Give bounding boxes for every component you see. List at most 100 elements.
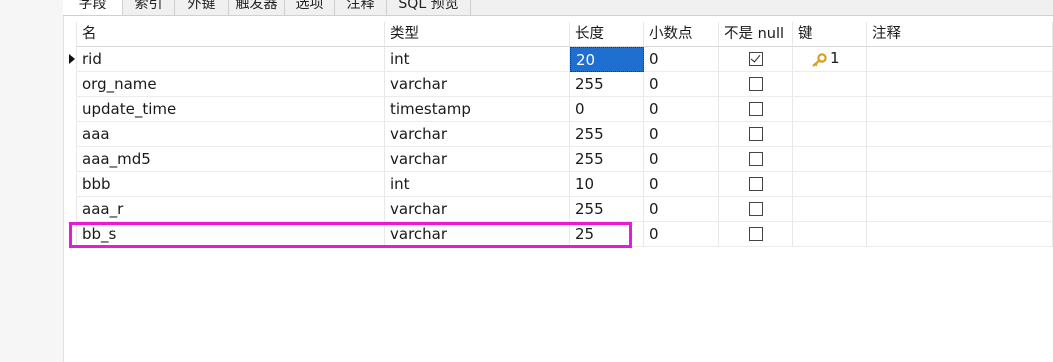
field-length[interactable]: 20 [570, 47, 644, 72]
field-type[interactable]: int [385, 172, 570, 197]
tab-options[interactable]: 选项 [285, 0, 335, 15]
not-null-checkbox[interactable] [749, 77, 763, 91]
field-type[interactable]: int [385, 47, 570, 72]
table-row[interactable]: org_name varchar 255 0 [68, 72, 1053, 97]
table-row[interactable]: aaa_r varchar 255 0 [68, 197, 1053, 222]
field-comment[interactable] [867, 147, 1053, 172]
field-not-null[interactable] [719, 222, 793, 247]
field-comment[interactable] [867, 47, 1053, 72]
key-icon [812, 53, 827, 67]
field-key[interactable] [793, 197, 867, 222]
row-indicator [68, 172, 77, 197]
field-name[interactable]: bbb [77, 172, 385, 197]
field-length-value: 25 [575, 225, 595, 243]
field-type[interactable]: varchar [385, 147, 570, 172]
field-key[interactable] [793, 172, 867, 197]
header-not-null[interactable]: 不是 null [719, 22, 793, 47]
field-name[interactable]: aaa_md5 [77, 147, 385, 172]
tab-foreign-keys[interactable]: 外键 [175, 0, 229, 15]
header-decimals[interactable]: 小数点 [644, 22, 719, 47]
field-length-value: 0 [575, 100, 585, 118]
not-null-checkbox[interactable] [749, 227, 763, 241]
table-row[interactable]: bb_s varchar 25 0 [68, 222, 1053, 247]
field-key[interactable] [793, 97, 867, 122]
field-type[interactable]: varchar [385, 122, 570, 147]
not-null-checkbox[interactable] [749, 127, 763, 141]
field-decimals[interactable]: 0 [644, 122, 719, 147]
field-type[interactable]: varchar [385, 72, 570, 97]
field-length[interactable]: 0 [570, 97, 644, 122]
field-length[interactable]: 255 [570, 72, 644, 97]
field-not-null[interactable] [719, 122, 793, 147]
field-name[interactable]: update_time [77, 97, 385, 122]
field-length-value: 255 [575, 125, 604, 143]
field-not-null[interactable] [719, 197, 793, 222]
field-name[interactable]: aaa [77, 122, 385, 147]
field-comment[interactable] [867, 72, 1053, 97]
field-comment[interactable] [867, 197, 1053, 222]
table-row[interactable]: aaa_md5 varchar 255 0 [68, 147, 1053, 172]
field-name[interactable]: org_name [77, 72, 385, 97]
row-indicator [68, 222, 77, 247]
field-type[interactable]: varchar [385, 222, 570, 247]
not-null-checkbox[interactable] [749, 202, 763, 216]
field-type[interactable]: timestamp [385, 97, 570, 122]
field-key[interactable]: 1 [793, 47, 867, 72]
row-indicator [68, 197, 77, 222]
field-decimals[interactable]: 0 [644, 222, 719, 247]
tab-triggers[interactable]: 触发器 [229, 0, 285, 15]
field-length[interactable]: 255 [570, 147, 644, 172]
field-key[interactable] [793, 147, 867, 172]
header-comment[interactable]: 注释 [867, 22, 1053, 47]
field-key[interactable] [793, 222, 867, 247]
tab-bar: 字段 索引 外键 触发器 选项 注释 SQL 预览 [63, 0, 1053, 16]
field-not-null[interactable] [719, 72, 793, 97]
not-null-checkbox[interactable] [749, 152, 763, 166]
header-key[interactable]: 键 [793, 22, 867, 47]
field-key[interactable] [793, 72, 867, 97]
table-row[interactable]: aaa varchar 255 0 [68, 122, 1053, 147]
row-pointer-icon [68, 47, 77, 72]
row-indicator [68, 122, 77, 147]
field-length-value: 255 [575, 75, 604, 93]
tab-sql-preview[interactable]: SQL 预览 [387, 0, 471, 15]
field-not-null[interactable] [719, 47, 793, 72]
field-name[interactable]: bb_s [77, 222, 385, 247]
field-decimals[interactable]: 0 [644, 97, 719, 122]
field-not-null[interactable] [719, 172, 793, 197]
row-indicator [68, 72, 77, 97]
field-key[interactable] [793, 122, 867, 147]
field-comment[interactable] [867, 97, 1053, 122]
field-not-null[interactable] [719, 97, 793, 122]
field-comment[interactable] [867, 222, 1053, 247]
field-length-value: 255 [575, 200, 604, 218]
field-name[interactable]: aaa_r [77, 197, 385, 222]
field-decimals[interactable]: 0 [644, 197, 719, 222]
table-row[interactable]: bbb int 10 0 [68, 172, 1053, 197]
field-decimals[interactable]: 0 [644, 147, 719, 172]
field-length[interactable]: 255 [570, 122, 644, 147]
table-row[interactable]: rid int 20 0 1 [68, 47, 1053, 72]
field-length[interactable]: 25 [570, 222, 644, 247]
field-length[interactable]: 10 [570, 172, 644, 197]
header-type[interactable]: 类型 [385, 22, 570, 47]
field-comment[interactable] [867, 122, 1053, 147]
header-name[interactable]: 名 [77, 22, 385, 47]
field-decimals[interactable]: 0 [644, 47, 719, 72]
field-decimals[interactable]: 0 [644, 172, 719, 197]
field-name[interactable]: rid [77, 47, 385, 72]
field-length[interactable]: 255 [570, 197, 644, 222]
header-length[interactable]: 长度 [570, 22, 644, 47]
field-not-null[interactable] [719, 147, 793, 172]
field-decimals[interactable]: 0 [644, 72, 719, 97]
field-type[interactable]: varchar [385, 197, 570, 222]
tab-comment[interactable]: 注释 [335, 0, 387, 15]
tab-fields[interactable]: 字段 [63, 0, 123, 15]
not-null-checkbox[interactable] [749, 102, 763, 116]
field-comment[interactable] [867, 172, 1053, 197]
table-row[interactable]: update_time timestamp 0 0 [68, 97, 1053, 122]
not-null-checkbox[interactable] [749, 52, 763, 66]
not-null-checkbox[interactable] [749, 177, 763, 191]
row-indicator [68, 147, 77, 172]
tab-indexes[interactable]: 索引 [123, 0, 175, 15]
